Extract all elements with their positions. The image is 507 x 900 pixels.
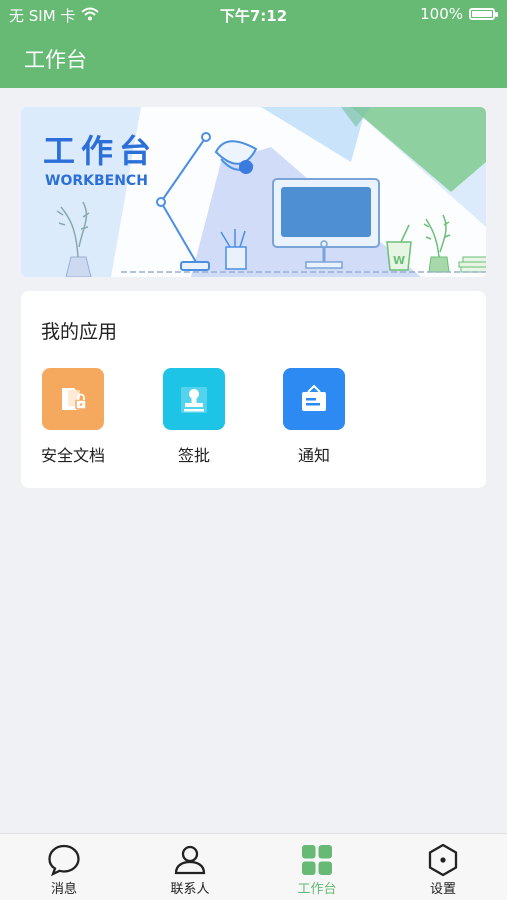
my-apps-card: 我的应用 安全文档 签批 通知 xyxy=(21,291,486,488)
notice-board-icon xyxy=(283,368,345,430)
cup-letter: W xyxy=(393,254,405,267)
battery-percentage: 100% xyxy=(420,5,463,23)
bottom-tab-bar: 消息 联系人 工作台 设置 xyxy=(0,833,507,900)
banner-title: 工作台 xyxy=(43,132,157,170)
header-bar: 无 SIM 卡 下午7:12 100% 工作台 xyxy=(0,0,507,88)
status-bar: 无 SIM 卡 下午7:12 100% xyxy=(0,0,507,30)
tab-label: 消息 xyxy=(50,882,77,897)
app-label: 安全文档 xyxy=(40,446,105,465)
app-secure-document[interactable]: 安全文档 xyxy=(28,368,118,468)
tab-messages[interactable]: 消息 xyxy=(14,842,114,897)
tab-contacts[interactable]: 联系人 xyxy=(140,842,240,897)
app-label: 通知 xyxy=(297,446,330,465)
banner-subtitle: WORKBENCH xyxy=(45,173,148,189)
battery-icon xyxy=(469,8,498,20)
tab-label: 设置 xyxy=(429,882,456,897)
tab-settings[interactable]: 设置 xyxy=(393,842,493,897)
app-approval[interactable]: 签批 xyxy=(149,368,239,468)
app-notice[interactable]: 通知 xyxy=(269,368,359,468)
stamp-icon xyxy=(163,368,225,430)
tab-label: 工作台 xyxy=(297,882,337,897)
workbench-banner[interactable]: 工作台 WORKBENCH W xyxy=(21,107,486,277)
chat-bubble-icon xyxy=(14,842,114,878)
tab-label: 联系人 xyxy=(170,882,210,897)
hexagon-settings-icon xyxy=(393,842,493,878)
tab-workbench[interactable]: 工作台 xyxy=(267,842,367,897)
grid-icon xyxy=(267,842,367,878)
page-title: 工作台 xyxy=(24,48,87,72)
my-apps-heading: 我的应用 xyxy=(41,321,118,343)
secure-document-icon xyxy=(42,368,104,430)
person-icon xyxy=(140,842,240,878)
app-label: 签批 xyxy=(177,446,210,465)
